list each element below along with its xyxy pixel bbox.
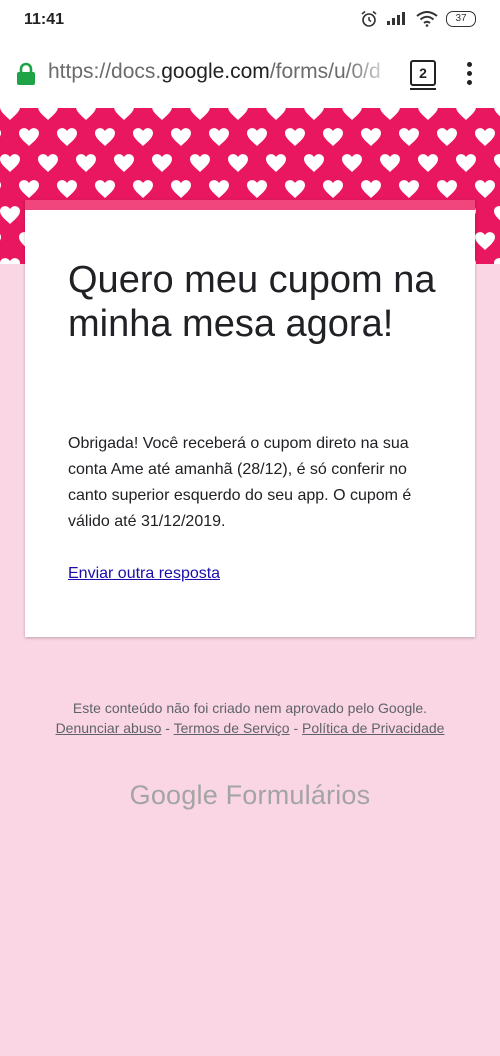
heart-shape — [133, 180, 153, 198]
heart-shape — [342, 154, 362, 172]
heart-shape — [57, 128, 77, 146]
browser-toolbar: https://docs.google.com/forms/u/0/d 2 — [0, 42, 500, 109]
heart-shape — [475, 128, 495, 146]
address-bar[interactable]: https://docs.google.com/forms/u/0/d — [48, 60, 398, 90]
url-prefix: https://docs. — [48, 60, 162, 83]
heart-shape — [190, 154, 210, 172]
privacy-link[interactable]: Política de Privacidade — [302, 720, 444, 736]
heart-shape — [285, 180, 305, 198]
confirmation-message: Obrigada! Você receberá o cupom direto n… — [68, 435, 412, 530]
signal-icon — [387, 12, 405, 25]
url-path: /forms/u/0/d — [269, 60, 381, 83]
heart-shape — [304, 108, 324, 120]
heart-shape — [437, 128, 457, 146]
confirmation-card: Quero meu cupom na minha mesa agora! Obr… — [25, 200, 475, 637]
heart-shape — [380, 154, 400, 172]
heart-shape — [0, 130, 1, 137]
heart-shape — [475, 180, 495, 198]
footer-disclaimer: Este conteúdo não foi criado nem aprovad… — [72, 700, 428, 716]
heart-shape — [95, 128, 115, 146]
heart-shape — [437, 180, 457, 198]
heart-shape — [0, 108, 20, 120]
status-bar: 11:41 37 — [0, 0, 500, 42]
heart-shape — [76, 154, 96, 172]
heart-shape — [114, 154, 134, 172]
heart-shape — [247, 128, 267, 146]
heart-shape — [171, 180, 191, 198]
heart-shape — [418, 108, 438, 120]
google-forms-logo: Google Formulários — [0, 780, 500, 811]
wifi-icon — [416, 11, 438, 27]
heart-shape — [361, 128, 381, 146]
heart-shape — [285, 128, 305, 146]
lock-icon — [17, 62, 35, 85]
heart-shape — [38, 154, 58, 172]
heart-shape — [399, 180, 419, 198]
tab-switcher-button[interactable]: 2 — [410, 60, 436, 86]
footer-separator: - — [289, 720, 303, 736]
form-title: Quero meu cupom na minha mesa agora! — [68, 259, 436, 345]
heart-shape — [494, 108, 500, 117]
heart-shape — [418, 154, 438, 172]
heart-shape — [171, 128, 191, 146]
heart-shape — [304, 154, 324, 172]
heart-shape — [57, 180, 77, 198]
heart-shape — [380, 108, 400, 120]
heart-shape — [323, 128, 343, 146]
heart-shape — [228, 154, 248, 172]
heart-shape — [247, 180, 267, 198]
heart-shape — [19, 180, 39, 198]
status-time: 11:41 — [24, 11, 65, 28]
heart-shape — [19, 128, 39, 146]
brand-google: Google — [129, 780, 218, 810]
heart-shape — [456, 154, 476, 172]
report-abuse-link[interactable]: Denunciar abuso — [56, 720, 162, 736]
heart-shape — [0, 182, 1, 189]
heart-shape — [114, 108, 134, 120]
heart-shape — [95, 180, 115, 198]
heart-shape — [38, 108, 58, 120]
battery-icon: 37 — [446, 11, 476, 27]
heart-shape — [494, 206, 500, 221]
heart-shape — [76, 108, 96, 120]
heart-shape — [323, 180, 343, 198]
tab-switcher-underline — [410, 88, 436, 90]
heart-shape — [0, 258, 20, 264]
footer-separator: - — [161, 720, 174, 736]
terms-link[interactable]: Termos de Serviço — [174, 720, 290, 736]
heart-shape — [0, 234, 1, 241]
brand-product: Formulários — [225, 780, 371, 810]
status-icons: 37 — [360, 10, 476, 28]
heart-shape — [152, 154, 172, 172]
alarm-icon — [361, 10, 377, 27]
heart-shape — [475, 232, 495, 250]
heart-shape — [0, 206, 20, 224]
overflow-menu-icon[interactable] — [464, 62, 474, 88]
footer-links: Denunciar abuso - Termos de Serviço - Po… — [0, 718, 500, 738]
heart-shape — [190, 108, 210, 120]
heart-shape — [0, 154, 20, 172]
submit-another-response-link[interactable]: Enviar outra resposta — [68, 565, 220, 583]
heart-shape — [494, 258, 500, 264]
footer: Este conteúdo não foi criado nem aprovad… — [0, 698, 500, 738]
heart-shape — [266, 154, 286, 172]
url-domain: google.com — [161, 60, 270, 83]
heart-shape — [266, 108, 286, 120]
heart-shape — [228, 108, 248, 120]
heart-shape — [152, 108, 172, 120]
heart-shape — [342, 108, 362, 120]
heart-shape — [399, 128, 419, 146]
heart-shape — [133, 128, 153, 146]
heart-shape — [209, 128, 229, 146]
heart-shape — [456, 108, 476, 120]
heart-shape — [361, 180, 381, 198]
heart-shape — [209, 180, 229, 198]
heart-shape — [494, 154, 500, 169]
